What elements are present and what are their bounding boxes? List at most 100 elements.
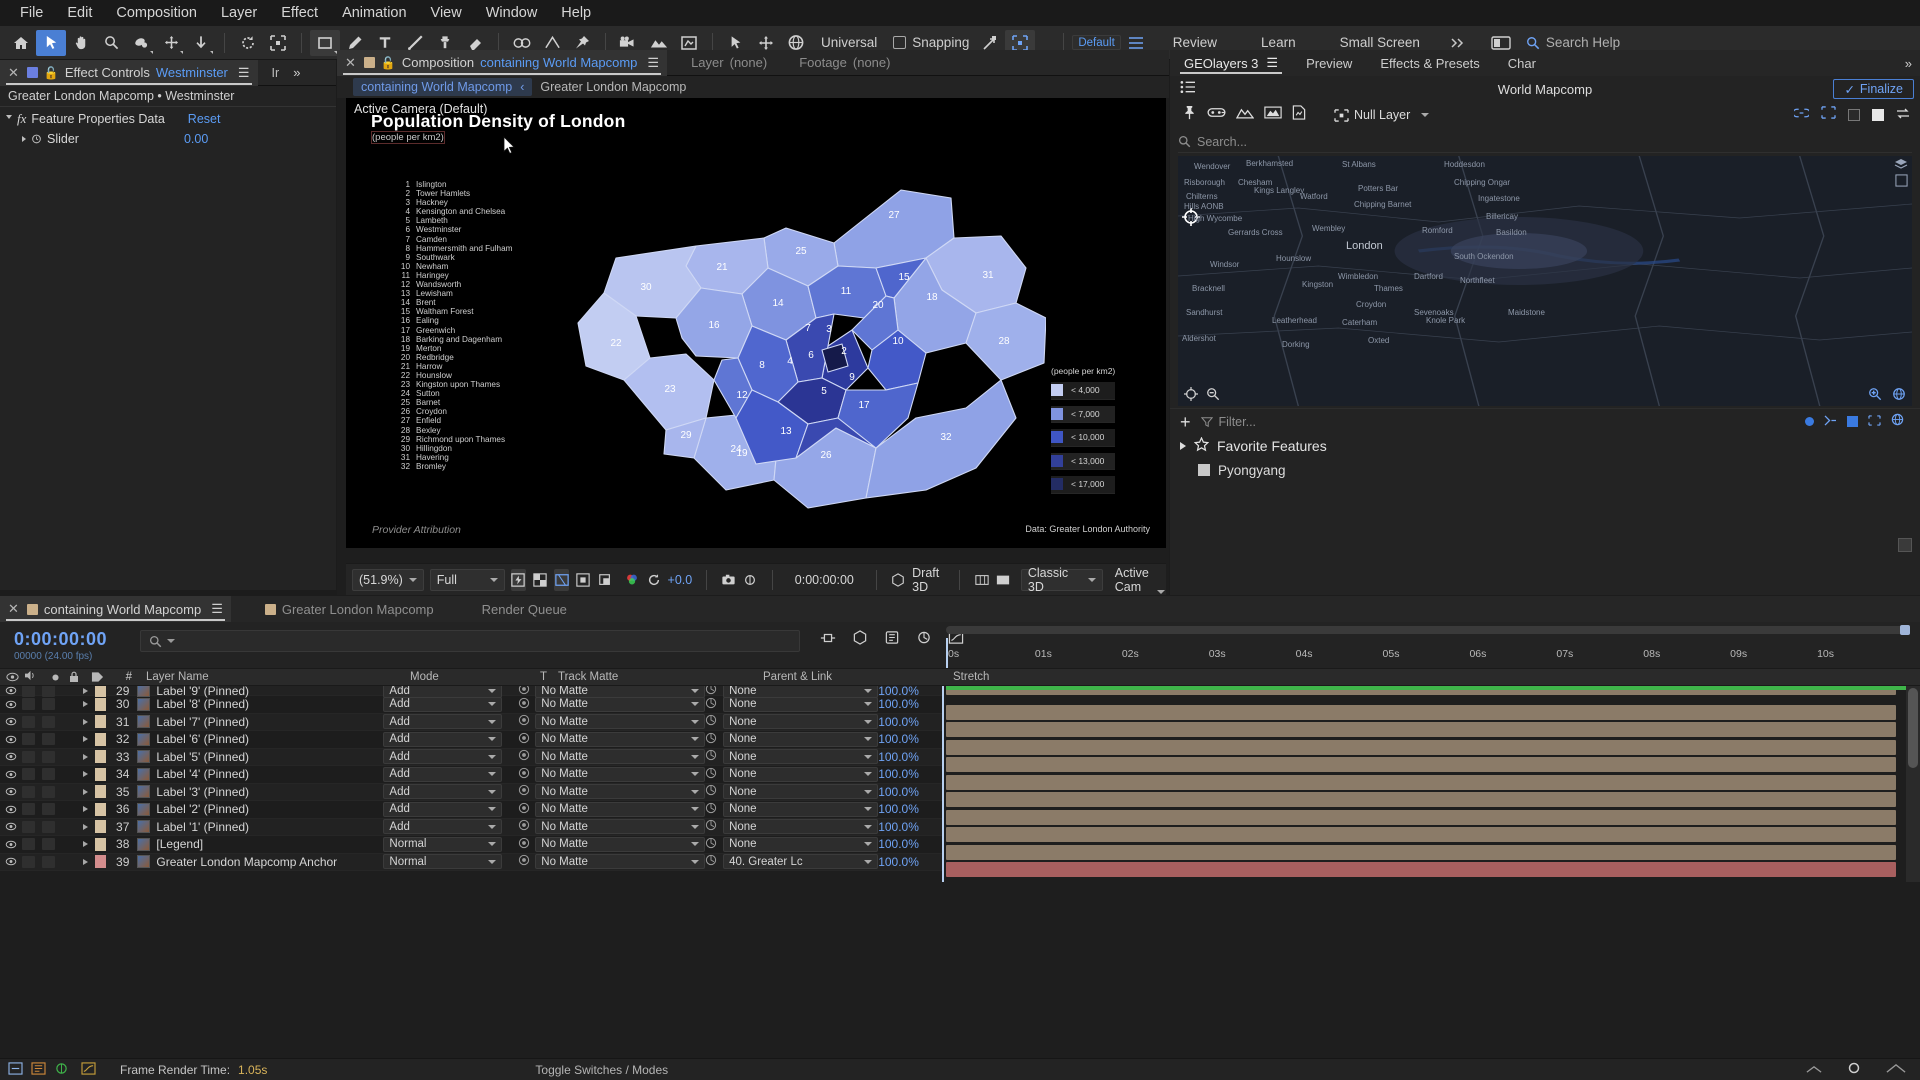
- row-track-matte-cell[interactable]: No Matte: [518, 749, 705, 764]
- row-expand-toggle[interactable]: [77, 824, 95, 830]
- menu-item-file[interactable]: File: [8, 2, 55, 24]
- brainstorm-icon[interactable]: [54, 1062, 69, 1078]
- row-parent-cell[interactable]: None: [705, 819, 878, 834]
- panel-menu-icon[interactable]: ☰: [647, 55, 659, 71]
- workspace-default[interactable]: Default: [1072, 35, 1120, 50]
- composition-viewer[interactable]: Active Camera (Default) Population Densi…: [346, 98, 1166, 548]
- tab-render-queue[interactable]: Render Queue: [474, 596, 575, 622]
- table-row[interactable]: 30Label '8' (Pinned)AddNo MatteNone100.0…: [0, 696, 942, 714]
- row-solo-toggle[interactable]: [42, 716, 58, 728]
- tab-layer[interactable]: Layer (none): [667, 50, 775, 76]
- menu-item-composition[interactable]: Composition: [104, 2, 209, 24]
- feature-arrow-icon[interactable]: [1824, 413, 1837, 431]
- snapping-toggle[interactable]: Snapping: [887, 35, 975, 50]
- render-settings-icon[interactable]: [884, 630, 900, 650]
- exposure-reset-icon[interactable]: [646, 569, 662, 591]
- row-label-color[interactable]: [95, 686, 110, 697]
- scrollbar-thumb[interactable]: [1908, 688, 1918, 768]
- row-visibility-toggle[interactable]: [0, 857, 22, 866]
- comp-guides-icon[interactable]: [995, 569, 1011, 591]
- panel-menu-icon[interactable]: ☰: [238, 65, 250, 81]
- row-solo-toggle[interactable]: [42, 733, 58, 745]
- row-solo-toggle[interactable]: [42, 821, 58, 833]
- row-track-matte-cell[interactable]: No Matte: [518, 854, 705, 869]
- row-mode-cell[interactable]: Add: [383, 802, 501, 817]
- row-expand-toggle[interactable]: [77, 719, 95, 725]
- table-row[interactable]: 31Label '7' (Pinned)AddNo MatteNone100.0…: [0, 714, 942, 732]
- zoom-tool-icon[interactable]: [96, 30, 126, 56]
- row-label-color[interactable]: [95, 750, 110, 763]
- row-visibility-toggle[interactable]: [0, 752, 22, 761]
- row-parent-cell[interactable]: None: [705, 732, 878, 747]
- favorite-item-pyongyang[interactable]: Pyongyang: [1170, 458, 1920, 482]
- menu-item-window[interactable]: Window: [474, 2, 550, 24]
- table-row[interactable]: 33Label '5' (Pinned)AddNo MatteNone100.0…: [0, 749, 942, 767]
- row-audio-toggle[interactable]: [22, 821, 42, 833]
- layer-duration-bar[interactable]: [946, 775, 1896, 790]
- timeline-track-area[interactable]: [942, 686, 1920, 882]
- row-solo-toggle[interactable]: [42, 786, 58, 798]
- row-solo-toggle[interactable]: [42, 803, 58, 815]
- resolution-dropdown[interactable]: Full: [430, 569, 505, 591]
- dolly-tool-icon[interactable]: [186, 30, 216, 56]
- feature-right-chip[interactable]: [1898, 538, 1912, 552]
- home-icon[interactable]: [6, 30, 36, 56]
- row-expand-toggle[interactable]: [77, 688, 95, 694]
- playhead-line[interactable]: [942, 686, 944, 882]
- tab-composition[interactable]: ✕ 🔓 Composition containing World Mapcomp…: [337, 50, 667, 76]
- geolayers-search[interactable]: Search...: [1178, 131, 1912, 153]
- panel-overflow-icon[interactable]: »: [293, 65, 308, 80]
- row-layer-name-cell[interactable]: Label '2' (Pinned): [137, 802, 383, 816]
- layer-duration-bar[interactable]: [946, 862, 1896, 877]
- row-audio-toggle[interactable]: [22, 856, 42, 868]
- active-camera-dropdown[interactable]: Active Cam: [1115, 566, 1160, 594]
- finalize-button[interactable]: ✓ Finalize: [1833, 79, 1914, 99]
- pickwhip-icon[interactable]: [705, 837, 717, 852]
- row-layer-name-cell[interactable]: [Legend]: [137, 837, 383, 851]
- stopwatch-icon[interactable]: [31, 133, 42, 144]
- feature-globe-icon[interactable]: [1891, 413, 1904, 431]
- timeline-zoom-in-icon[interactable]: [1886, 1063, 1906, 1077]
- row-layer-name-cell[interactable]: Label '8' (Pinned): [137, 697, 383, 711]
- title-action-safe-icon[interactable]: [554, 569, 570, 591]
- color-swatch-dark[interactable]: [1848, 109, 1860, 121]
- timeline-zoom-slider[interactable]: [1846, 1060, 1862, 1079]
- graph-editor-status-icon[interactable]: [81, 1062, 96, 1078]
- row-visibility-toggle[interactable]: [0, 840, 22, 849]
- mountains-icon[interactable]: [1236, 106, 1254, 124]
- region-of-interest-icon[interactable]: [263, 30, 293, 56]
- row-solo-toggle[interactable]: [42, 856, 58, 868]
- row-label-color[interactable]: [95, 855, 110, 868]
- row-audio-toggle[interactable]: [22, 698, 42, 710]
- panel-menu-icon[interactable]: ☰: [1266, 55, 1278, 71]
- pickwhip-icon[interactable]: [705, 784, 717, 799]
- row-track-matte-cell[interactable]: No Matte: [518, 732, 705, 747]
- layer-duration-bar[interactable]: [946, 810, 1896, 825]
- row-stretch[interactable]: 100.0%: [878, 697, 942, 711]
- layer-duration-bar[interactable]: [946, 792, 1896, 807]
- row-mode-cell[interactable]: Add: [383, 714, 501, 729]
- exposure-value[interactable]: +0.0: [668, 573, 693, 587]
- row-track-matte-cell[interactable]: No Matte: [518, 784, 705, 799]
- pickwhip-icon[interactable]: [705, 732, 717, 747]
- table-row[interactable]: 37Label '1' (Pinned)AddNo MatteNone100.0…: [0, 819, 942, 837]
- row-mode-cell[interactable]: Add: [383, 732, 501, 747]
- rotation-tool-icon[interactable]: [233, 30, 263, 56]
- row-label-color[interactable]: [95, 715, 110, 728]
- row-expand-toggle[interactable]: [77, 736, 95, 742]
- selection-tool-icon[interactable]: [36, 30, 66, 56]
- row-audio-toggle[interactable]: [22, 803, 42, 815]
- row-track-matte-cell[interactable]: No Matte: [518, 697, 705, 712]
- show-snapshot-icon[interactable]: [743, 569, 759, 591]
- row-stretch[interactable]: 100.0%: [878, 732, 942, 746]
- swap-colors-icon[interactable]: [1896, 106, 1910, 124]
- row-stretch[interactable]: 100.0%: [878, 802, 942, 816]
- table-row[interactable]: 34Label '4' (Pinned)AddNo MatteNone100.0…: [0, 766, 942, 784]
- table-row[interactable]: 32Label '6' (Pinned)AddNo MatteNone100.0…: [0, 731, 942, 749]
- pickwhip-icon[interactable]: [705, 697, 717, 712]
- effect-reset-button[interactable]: Reset: [188, 112, 221, 126]
- workspace-learn[interactable]: Learn: [1239, 35, 1318, 50]
- motion-blur-icon[interactable]: [916, 630, 932, 650]
- tab-effect-controls[interactable]: ✕ 🔓 Effect Controls Westminster ☰: [0, 60, 258, 86]
- tab-effects-presets[interactable]: Effects & Presets: [1366, 50, 1493, 76]
